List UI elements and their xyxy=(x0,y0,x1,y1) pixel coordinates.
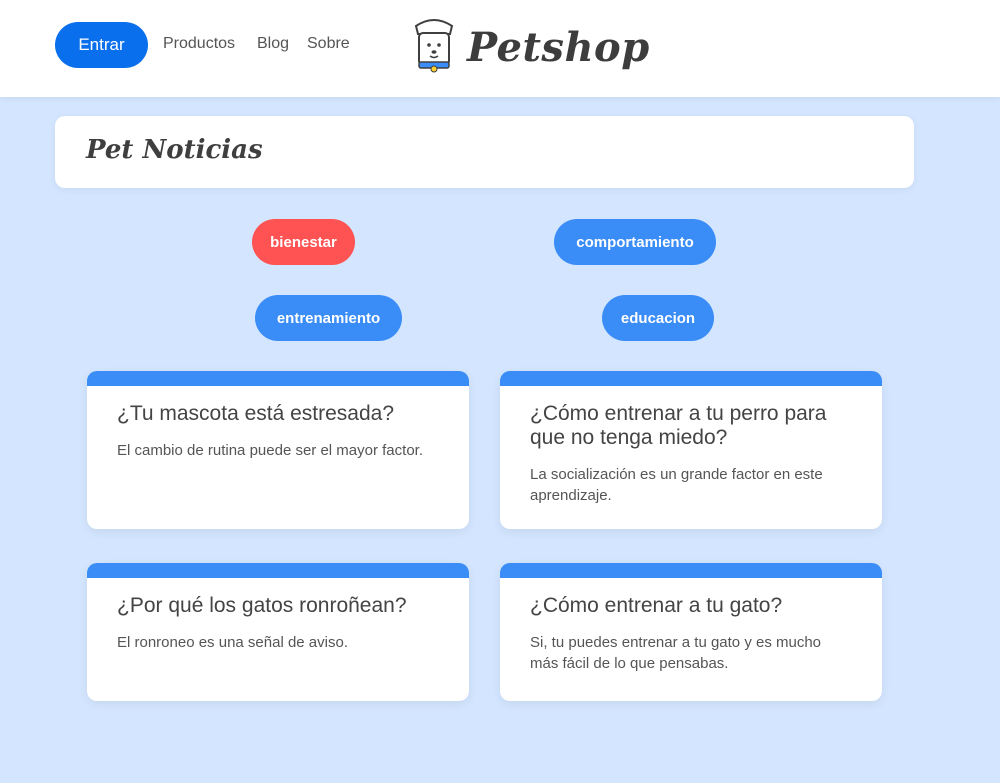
post-title: ¿Tu mascota está estresada? xyxy=(117,402,395,425)
post-card[interactable]: ¿Por qué los gatos ronroñean? El ronrone… xyxy=(87,563,469,701)
page-title: Pet Noticias xyxy=(86,135,263,165)
post-summary: La socialización es un grande factor en … xyxy=(530,466,823,504)
card-accent-bar xyxy=(500,371,882,386)
tag-bienestar[interactable]: bienestar xyxy=(252,219,355,265)
tag-educacion[interactable]: educacion xyxy=(602,295,714,341)
card-accent-bar xyxy=(500,563,882,578)
dog-logo-icon xyxy=(414,19,454,73)
page-title-card: Pet Noticias xyxy=(55,116,914,188)
post-title: ¿Cómo entrenar a tu gato? xyxy=(530,594,783,617)
site-header: Entrar Productos Blog Sobre Petshop xyxy=(0,0,1000,97)
post-card[interactable]: ¿Cómo entrenar a tu perro para que no te… xyxy=(500,371,882,529)
post-card[interactable]: ¿Tu mascota está estresada? El cambio de… xyxy=(87,371,469,529)
post-summary: Si, tu puedes entrenar a tu gato y es mu… xyxy=(530,634,822,672)
post-summary: El ronroneo es una señal de aviso. xyxy=(117,634,348,651)
post-card[interactable]: ¿Cómo entrenar a tu gato? Si, tu puedes … xyxy=(500,563,882,701)
brand-logo[interactable]: Petshop xyxy=(410,16,649,82)
tag-entrenamiento[interactable]: entrenamiento xyxy=(255,295,402,341)
nav-link-products[interactable]: Productos xyxy=(163,35,235,53)
tag-comportamiento[interactable]: comportamiento xyxy=(554,219,716,265)
nav-link-about[interactable]: Sobre xyxy=(307,35,350,53)
nav-link-blog[interactable]: Blog xyxy=(257,35,289,53)
post-title: ¿Cómo entrenar a tu perro para que no te… xyxy=(530,402,827,449)
post-summary: El cambio de rutina puede ser el mayor f… xyxy=(117,442,423,459)
post-title: ¿Por qué los gatos ronroñean? xyxy=(117,594,407,617)
login-button[interactable]: Entrar xyxy=(55,22,148,68)
card-accent-bar xyxy=(87,371,469,386)
brand-name: Petshop xyxy=(467,24,650,71)
card-accent-bar xyxy=(87,563,469,578)
